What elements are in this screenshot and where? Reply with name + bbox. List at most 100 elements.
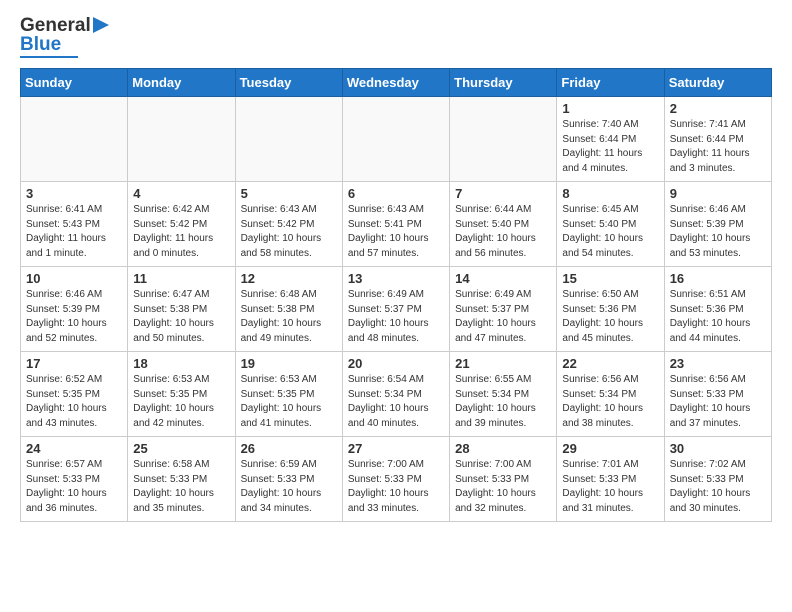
calendar-cell: 8 Sunrise: 6:45 AM Sunset: 5:40 PM Daylig… xyxy=(557,182,664,267)
calendar-cell: 27Sunrise: 7:00 AM Sunset: 5:33 PM Dayli… xyxy=(342,437,449,522)
calendar-table: SundayMondayTuesdayWednesdayThursdayFrid… xyxy=(20,68,772,522)
day-info: Sunrise: 6:53 AM Sunset: 5:35 PM Dayligh… xyxy=(241,373,337,431)
calendar-cell: 22 Sunrise: 6:56 AM Sunset: 5:34 PM Dayli… xyxy=(557,352,664,437)
week-row-3: 10 Sunrise: 6:46 AM Sunset: 5:39 PM Dayli… xyxy=(21,267,772,352)
day-number: 10 xyxy=(26,271,122,286)
day-info: Sunrise: 6:51 AM Sunset: 5:36 PM Dayligh… xyxy=(670,288,766,346)
day-info: Sunrise: 6:50 AM Sunset: 5:36 PM Dayligh… xyxy=(562,288,658,346)
calendar-cell: 26Sunrise: 6:59 AM Sunset: 5:33 PM Dayli… xyxy=(235,437,342,522)
logo-blue-text: Blue xyxy=(20,35,61,54)
day-number: 13 xyxy=(348,271,444,286)
day-number: 12 xyxy=(241,271,337,286)
day-info: Sunrise: 6:48 AM Sunset: 5:38 PM Dayligh… xyxy=(241,288,337,346)
week-row-5: 24Sunrise: 6:57 AM Sunset: 5:33 PM Dayli… xyxy=(21,437,772,522)
day-info: Sunrise: 6:56 AM Sunset: 5:34 PM Dayligh… xyxy=(562,373,658,431)
day-number: 23 xyxy=(670,356,766,371)
day-number: 9 xyxy=(670,186,766,201)
weekday-header-sunday: Sunday xyxy=(21,69,128,97)
day-info: Sunrise: 6:45 AM Sunset: 5:40 PM Dayligh… xyxy=(562,203,658,261)
calendar-cell: 28 Sunrise: 7:00 AM Sunset: 5:33 PM Dayli… xyxy=(450,437,557,522)
day-number: 30 xyxy=(670,441,766,456)
day-info: Sunrise: 6:42 AM Sunset: 5:42 PM Dayligh… xyxy=(133,203,229,261)
day-info: Sunrise: 6:43 AM Sunset: 5:41 PM Dayligh… xyxy=(348,203,444,261)
weekday-header-wednesday: Wednesday xyxy=(342,69,449,97)
day-number: 1 xyxy=(562,101,658,116)
calendar-cell: 18 Sunrise: 6:53 AM Sunset: 5:35 PM Dayli… xyxy=(128,352,235,437)
day-info: Sunrise: 6:58 AM Sunset: 5:33 PM Dayligh… xyxy=(133,458,229,516)
day-info: Sunrise: 6:49 AM Sunset: 5:37 PM Dayligh… xyxy=(348,288,444,346)
calendar-cell: 30 Sunrise: 7:02 AM Sunset: 5:33 PM Dayli… xyxy=(664,437,771,522)
calendar-cell: 2Sunrise: 7:41 AM Sunset: 6:44 PM Daylig… xyxy=(664,97,771,182)
day-info: Sunrise: 6:44 AM Sunset: 5:40 PM Dayligh… xyxy=(455,203,551,261)
calendar-cell: 10 Sunrise: 6:46 AM Sunset: 5:39 PM Dayli… xyxy=(21,267,128,352)
weekday-header-thursday: Thursday xyxy=(450,69,557,97)
weekday-header-saturday: Saturday xyxy=(664,69,771,97)
day-info: Sunrise: 6:54 AM Sunset: 5:34 PM Dayligh… xyxy=(348,373,444,431)
day-number: 11 xyxy=(133,271,229,286)
calendar-cell: 12 Sunrise: 6:48 AM Sunset: 5:38 PM Dayli… xyxy=(235,267,342,352)
calendar-cell: 6Sunrise: 6:43 AM Sunset: 5:41 PM Daylig… xyxy=(342,182,449,267)
day-info: Sunrise: 6:46 AM Sunset: 5:39 PM Dayligh… xyxy=(670,203,766,261)
day-number: 18 xyxy=(133,356,229,371)
calendar-cell: 7Sunrise: 6:44 AM Sunset: 5:40 PM Daylig… xyxy=(450,182,557,267)
day-number: 17 xyxy=(26,356,122,371)
day-info: Sunrise: 6:41 AM Sunset: 5:43 PM Dayligh… xyxy=(26,203,122,261)
day-number: 28 xyxy=(455,441,551,456)
day-info: Sunrise: 7:01 AM Sunset: 5:33 PM Dayligh… xyxy=(562,458,658,516)
day-number: 20 xyxy=(348,356,444,371)
calendar-cell: 21 Sunrise: 6:55 AM Sunset: 5:34 PM Dayli… xyxy=(450,352,557,437)
week-row-4: 17 Sunrise: 6:52 AM Sunset: 5:35 PM Dayli… xyxy=(21,352,772,437)
week-row-1: 1 Sunrise: 7:40 AM Sunset: 6:44 PM Daylig… xyxy=(21,97,772,182)
calendar-cell: 3 Sunrise: 6:41 AM Sunset: 5:43 PM Daylig… xyxy=(21,182,128,267)
calendar-cell: 5Sunrise: 6:43 AM Sunset: 5:42 PM Daylig… xyxy=(235,182,342,267)
day-info: Sunrise: 6:49 AM Sunset: 5:37 PM Dayligh… xyxy=(455,288,551,346)
day-number: 26 xyxy=(241,441,337,456)
calendar-cell: 20 Sunrise: 6:54 AM Sunset: 5:34 PM Dayli… xyxy=(342,352,449,437)
calendar-cell: 15Sunrise: 6:50 AM Sunset: 5:36 PM Dayli… xyxy=(557,267,664,352)
week-row-2: 3 Sunrise: 6:41 AM Sunset: 5:43 PM Daylig… xyxy=(21,182,772,267)
day-number: 29 xyxy=(562,441,658,456)
weekday-header-row: SundayMondayTuesdayWednesdayThursdayFrid… xyxy=(21,69,772,97)
day-info: Sunrise: 7:41 AM Sunset: 6:44 PM Dayligh… xyxy=(670,118,766,176)
calendar-cell: 11 Sunrise: 6:47 AM Sunset: 5:38 PM Dayli… xyxy=(128,267,235,352)
day-number: 24 xyxy=(26,441,122,456)
day-info: Sunrise: 7:40 AM Sunset: 6:44 PM Dayligh… xyxy=(562,118,658,176)
day-info: Sunrise: 6:52 AM Sunset: 5:35 PM Dayligh… xyxy=(26,373,122,431)
day-info: Sunrise: 6:47 AM Sunset: 5:38 PM Dayligh… xyxy=(133,288,229,346)
day-number: 16 xyxy=(670,271,766,286)
page: General Blue SundayMondayTuesdayWednesda… xyxy=(0,0,792,538)
day-number: 22 xyxy=(562,356,658,371)
calendar-cell: 14Sunrise: 6:49 AM Sunset: 5:37 PM Dayli… xyxy=(450,267,557,352)
weekday-header-friday: Friday xyxy=(557,69,664,97)
calendar-cell xyxy=(128,97,235,182)
day-number: 27 xyxy=(348,441,444,456)
calendar-cell: 13 Sunrise: 6:49 AM Sunset: 5:37 PM Dayli… xyxy=(342,267,449,352)
calendar-cell: 19Sunrise: 6:53 AM Sunset: 5:35 PM Dayli… xyxy=(235,352,342,437)
calendar-cell xyxy=(21,97,128,182)
day-number: 4 xyxy=(133,186,229,201)
day-info: Sunrise: 6:55 AM Sunset: 5:34 PM Dayligh… xyxy=(455,373,551,431)
header: General Blue xyxy=(20,16,772,58)
calendar-cell: 23Sunrise: 6:56 AM Sunset: 5:33 PM Dayli… xyxy=(664,352,771,437)
day-info: Sunrise: 6:46 AM Sunset: 5:39 PM Dayligh… xyxy=(26,288,122,346)
calendar-cell xyxy=(450,97,557,182)
day-number: 8 xyxy=(562,186,658,201)
day-number: 21 xyxy=(455,356,551,371)
day-info: Sunrise: 7:02 AM Sunset: 5:33 PM Dayligh… xyxy=(670,458,766,516)
day-info: Sunrise: 6:43 AM Sunset: 5:42 PM Dayligh… xyxy=(241,203,337,261)
day-number: 25 xyxy=(133,441,229,456)
calendar-cell: 17 Sunrise: 6:52 AM Sunset: 5:35 PM Dayli… xyxy=(21,352,128,437)
calendar-cell: 1 Sunrise: 7:40 AM Sunset: 6:44 PM Daylig… xyxy=(557,97,664,182)
day-info: Sunrise: 6:53 AM Sunset: 5:35 PM Dayligh… xyxy=(133,373,229,431)
day-info: Sunrise: 7:00 AM Sunset: 5:33 PM Dayligh… xyxy=(455,458,551,516)
logo-chevron-icon xyxy=(93,17,109,33)
logo: General Blue xyxy=(20,16,109,58)
calendar-cell: 16 Sunrise: 6:51 AM Sunset: 5:36 PM Dayli… xyxy=(664,267,771,352)
calendar-cell: 25 Sunrise: 6:58 AM Sunset: 5:33 PM Dayli… xyxy=(128,437,235,522)
calendar-cell xyxy=(235,97,342,182)
calendar-cell xyxy=(342,97,449,182)
calendar-cell: 9 Sunrise: 6:46 AM Sunset: 5:39 PM Daylig… xyxy=(664,182,771,267)
logo-general-text: General xyxy=(20,16,91,35)
logo-rule xyxy=(20,56,78,58)
day-number: 3 xyxy=(26,186,122,201)
